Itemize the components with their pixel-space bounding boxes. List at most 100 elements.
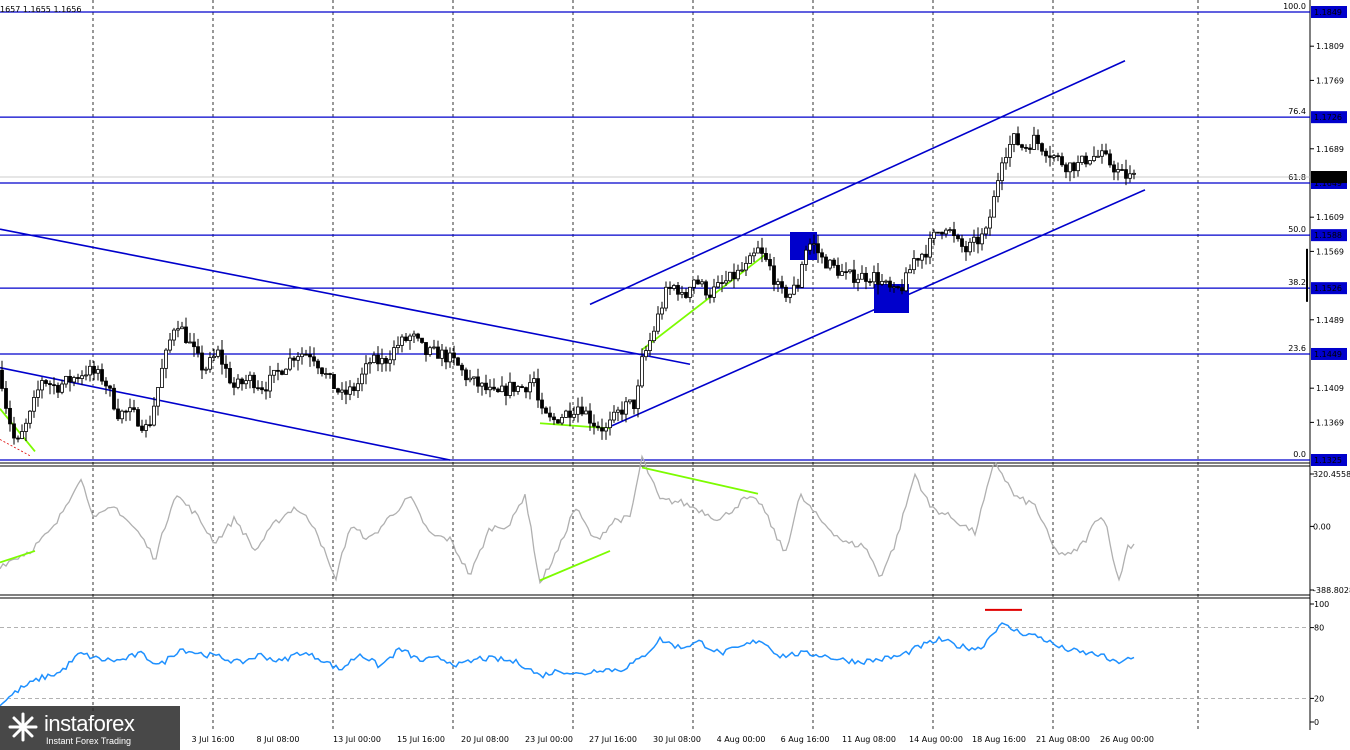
candle-body [628,399,632,403]
candle-body [132,407,136,410]
candle-body [912,258,916,271]
candle-body [1060,156,1064,166]
candle-body [176,328,180,331]
candle-body [900,287,904,292]
candle-body [120,410,124,420]
candle-body [828,259,832,269]
candle-body [616,409,620,413]
candle-body [968,241,972,253]
candle-body [84,374,88,377]
candle-body [412,333,416,337]
price-tick-label: 1.1689 [1316,145,1344,154]
candle-body [812,243,816,246]
candle-body [256,387,260,390]
broker-logo: instaforex Instant Forex Trading [0,706,180,750]
candle-body [744,262,748,271]
candle-body [224,363,228,369]
fib-price-label: 1.1726 [1314,113,1342,122]
candle-body [804,249,808,265]
time-label: 3 Jul 16:00 [192,735,235,744]
candle-body [496,388,500,393]
candle-body [444,349,448,363]
candle-body [824,256,828,269]
candle-body [788,293,792,298]
candle-body [1004,157,1008,164]
candle-body [680,292,684,295]
candle-body [956,235,960,240]
candle-body [576,406,580,415]
candle-body [476,376,480,387]
candle-body [488,386,492,391]
candle-body [180,326,184,330]
candle-body [1040,143,1044,152]
cci-tick-label: -388.8028 [1313,586,1350,595]
candle-body [1032,134,1036,150]
candle-body [992,196,996,218]
fib-level-pct: 23.6 [1288,344,1306,353]
candle-body [928,237,932,258]
candle-body [384,358,388,364]
candle-body [1096,155,1100,158]
candle-body [1012,133,1016,145]
candle-body [1056,155,1060,158]
candle-body [340,389,344,393]
candle-body [932,231,936,239]
candle-body [40,380,44,391]
candle-body [624,401,628,415]
candle-body [608,419,612,429]
candle-body [16,437,20,440]
candle-body [436,346,440,359]
candle-body [0,369,4,389]
forex-chart[interactable]: 100.0 76.4 61.8 50.0 38.2 23.6 0.0 1.1849 1.172… [0,0,1350,750]
candle-body [316,360,320,369]
candle-body [524,387,528,393]
candle-body [416,333,420,339]
candle-body [868,281,872,283]
candle-body [880,281,884,285]
candle-body [228,368,232,384]
logo-tagline: Instant Forex Trading [46,736,132,746]
candle-body [52,384,56,387]
candle-body [400,336,404,346]
candle-body [1120,169,1124,171]
candle-body [168,339,172,351]
candle-body [1008,144,1012,158]
candle-body [96,369,100,374]
candle-body [76,377,80,379]
candle-body [420,337,424,343]
candle-body [284,368,288,375]
candle-body [620,409,624,415]
candle-body [720,282,724,284]
candle-body [192,341,196,348]
time-label: 20 Jul 08:00 [461,735,509,744]
candle-body [348,386,352,395]
candle-body [360,373,364,385]
price-tick-label: 1.1489 [1316,316,1344,325]
time-label: 15 Jul 16:00 [397,735,445,744]
candle-body [60,383,64,393]
candle-body [160,367,164,388]
fib-price-label: 1.1526 [1314,284,1342,293]
rsi-tick-label: 100 [1314,600,1329,609]
time-label: 13 Jul 00:00 [333,735,381,744]
candle-body [748,255,752,264]
candle-body [660,307,664,315]
cci-tick-label: 0.00 [1313,522,1331,531]
candle-body [368,362,372,365]
candle-body [232,382,236,388]
candle-body [280,370,284,375]
candle-body [564,410,568,418]
candle-body [468,377,472,381]
candle-body [844,271,848,274]
candle-body [1028,147,1032,150]
candle-body [512,381,516,392]
candle-body [756,247,760,254]
candle-body [572,413,576,418]
candle-body [636,385,640,409]
candle-body [464,369,468,381]
candle-body [272,369,276,376]
fib-level-pct: 100.0 [1283,2,1306,11]
candle-body [380,358,384,365]
candle-body [800,264,804,288]
candle-body [124,410,128,413]
